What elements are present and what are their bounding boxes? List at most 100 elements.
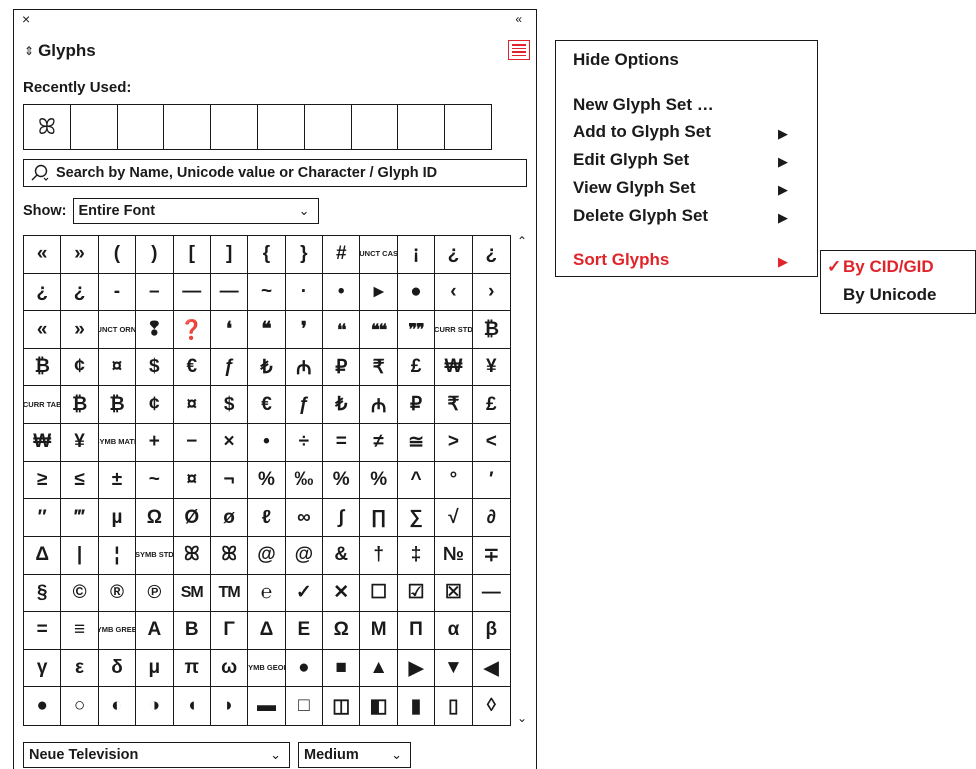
glyph-cell[interactable]: ‴ [61, 499, 99, 537]
glyph-cell[interactable]: ¦ [98, 536, 137, 575]
glyph-cell[interactable]: ¤ [98, 348, 137, 387]
search-field[interactable]: Search by Name, Unicode value or Charact… [23, 159, 527, 187]
glyph-cell[interactable]: ◀ [472, 650, 510, 688]
glyph-cell[interactable]: ‹ [435, 273, 473, 312]
recent-glyph-cell[interactable] [118, 105, 165, 149]
glyph-cell[interactable]: ✓ [285, 574, 324, 613]
glyph-cell[interactable]: ″ [24, 499, 62, 537]
glyph-cell[interactable]: ¢ [136, 386, 174, 425]
recent-glyph-cell[interactable] [164, 105, 212, 149]
glyph-cell[interactable]: ø [210, 499, 249, 537]
glyph-cell[interactable]: ₿ [98, 386, 137, 425]
recent-glyph-cell[interactable] [258, 105, 305, 149]
menu-item-hide-options[interactable]: Hide Options [573, 50, 679, 70]
glyph-cell[interactable]: = [24, 612, 62, 650]
glyph-cell[interactable]: ▮ [398, 687, 436, 725]
glyph-cell[interactable]: ¿ [61, 273, 99, 312]
glyph-cell[interactable]: ❢ [136, 311, 174, 349]
updown-icon[interactable]: ⇕ [24, 44, 34, 58]
glyph-cell[interactable]: @ [285, 536, 324, 575]
glyph-cell[interactable]: » [61, 236, 99, 274]
glyph-cell[interactable]: ‡ [397, 536, 436, 575]
glyph-cell[interactable]: ≡ [61, 612, 99, 650]
glyph-cell[interactable]: Ω [136, 499, 174, 537]
glyph-cell[interactable]: ≅ [397, 424, 436, 462]
glyph-cell[interactable]: Π [397, 612, 436, 650]
glyph-cell[interactable]: $ [210, 386, 249, 425]
glyph-cell[interactable]: # [323, 236, 361, 274]
glyph-cell[interactable]: Ε [285, 612, 324, 650]
menu-item-delete-glyph-set[interactable]: Delete Glyph Set [573, 206, 708, 226]
glyph-cell[interactable]: ● [24, 687, 62, 725]
glyph-cell[interactable]: ▼ [435, 649, 473, 688]
recent-glyph-cell[interactable] [352, 105, 399, 149]
menu-item-new-glyph-set[interactable]: New Glyph Set … [573, 95, 714, 115]
recent-glyph-cell[interactable]: ꕤ [24, 105, 71, 149]
glyph-cell[interactable]: ( [98, 236, 137, 274]
glyph-cell[interactable]: « [24, 311, 62, 349]
glyph-cell[interactable]: } [285, 236, 324, 274]
glyph-cell[interactable]: ■ [323, 649, 361, 688]
glyph-cell[interactable]: ‰ [285, 461, 324, 500]
glyph-cell[interactable]: ₩ [435, 348, 473, 387]
glyph-cell[interactable]: ∞ [285, 499, 324, 537]
glyph-cell[interactable]: $ [136, 348, 174, 387]
glyph-cell[interactable]: • [248, 424, 286, 462]
glyph-cell[interactable]: ₼ [285, 348, 324, 387]
menu-item-view-glyph-set[interactable]: View Glyph Set [573, 178, 696, 198]
glyph-cell[interactable]: ÷ [285, 424, 324, 462]
glyph-cell[interactable]: ƒ [285, 386, 324, 425]
glyph-cell[interactable]: Γ [210, 612, 249, 650]
glyph-cell[interactable]: ƒ [210, 348, 249, 387]
menu-item-sort-glyphs[interactable]: Sort Glyphs [573, 250, 669, 270]
glyph-cell[interactable]: Δ [248, 612, 286, 650]
glyph-cell[interactable]: ₺ [323, 386, 361, 425]
recent-glyph-cell[interactable] [211, 105, 258, 149]
glyph-cell[interactable]: PUNCT CASE [360, 236, 398, 274]
glyph-cell[interactable]: ₺ [248, 348, 286, 387]
glyph-cell[interactable]: SM [173, 574, 211, 613]
glyph-cell[interactable]: ● [285, 649, 324, 688]
glyph-cell[interactable]: ω [210, 649, 249, 688]
glyph-cell[interactable]: ℓ [248, 499, 286, 537]
glyph-cell[interactable]: SYMB GEOM [248, 649, 286, 688]
glyph-cell[interactable]: CURR TAB [24, 386, 62, 425]
glyph-cell[interactable]: [ [173, 236, 211, 274]
glyph-cell[interactable]: ¿ [435, 236, 473, 274]
glyph-cell[interactable]: ¤ [173, 386, 211, 425]
glyph-cell[interactable]: ◑ [136, 687, 174, 725]
sort-by-cid-item[interactable]: By CID/GID [843, 257, 934, 277]
glyph-cell[interactable]: % [360, 461, 398, 500]
recent-glyph-cell[interactable] [445, 105, 491, 149]
glyph-cell[interactable]: ₹ [360, 348, 398, 387]
glyph-cell[interactable]: ¬ [210, 461, 249, 500]
glyph-cell[interactable]: - [98, 273, 137, 312]
show-select[interactable]: Entire Font ⌄ [72, 198, 319, 224]
panel-menu-icon[interactable] [508, 40, 530, 60]
glyph-cell[interactable]: £ [472, 386, 510, 425]
glyph-cell[interactable]: ☐ [360, 574, 398, 613]
glyph-cell[interactable]: ^ [397, 461, 436, 500]
glyph-cell[interactable]: % [248, 461, 286, 500]
glyph-cell[interactable]: ❓ [173, 311, 211, 349]
glyph-cell[interactable]: % [323, 461, 361, 500]
glyph-cell[interactable]: Ø [173, 499, 211, 537]
glyph-cell[interactable]: ℗ [136, 574, 174, 613]
glyph-cell[interactable]: ◐ [99, 687, 137, 725]
glyph-cell[interactable]: ¥ [61, 424, 99, 462]
glyph-cell[interactable]: — [472, 575, 510, 613]
glyph-cell[interactable]: ₼ [360, 386, 398, 425]
glyph-cell[interactable]: × [210, 424, 249, 462]
glyph-cell[interactable]: € [173, 348, 211, 387]
glyph-cell[interactable]: ε [61, 649, 99, 688]
glyph-cell[interactable]: − [173, 424, 211, 462]
glyph-cell[interactable]: | [61, 536, 99, 575]
glyph-cell[interactable]: ¡ [397, 236, 436, 274]
glyph-cell[interactable]: — [210, 273, 249, 312]
glyph-cell[interactable]: £ [397, 348, 436, 387]
glyph-cell[interactable]: ) [136, 236, 174, 274]
glyph-cell[interactable]: ▸ [360, 273, 398, 312]
glyph-cell[interactable]: ▶ [397, 649, 436, 688]
glyph-cell[interactable]: ₽ [323, 348, 361, 387]
glyph-cell[interactable]: TM [210, 574, 249, 613]
